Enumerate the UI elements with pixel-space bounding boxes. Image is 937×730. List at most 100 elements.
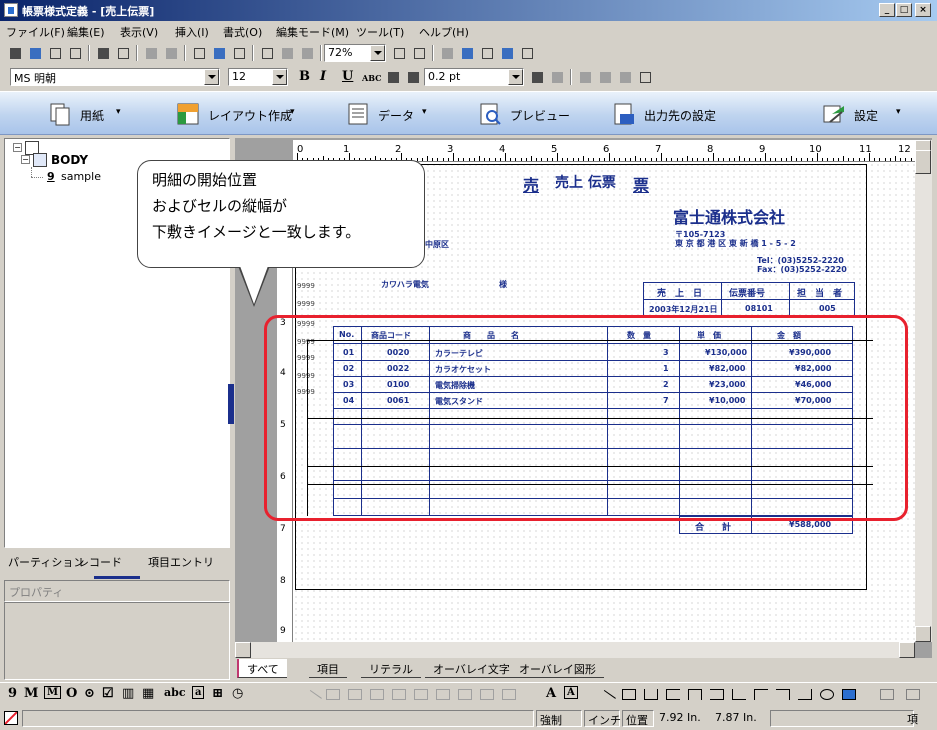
collapse-icon[interactable]: − [21,155,30,164]
italic-button[interactable]: I [320,69,326,84]
draw-bracket-icon[interactable] [666,689,680,700]
hatch-icon[interactable] [576,68,594,86]
rect-icon[interactable] [326,689,340,700]
draw-line-icon[interactable] [598,689,616,708]
tab-item-entry[interactable]: 項目エントリ [148,554,214,570]
boxed-text-icon[interactable]: A [564,686,578,699]
scroll-thumb[interactable] [915,150,931,174]
grid-lines-icon[interactable] [438,44,456,62]
tile-icon[interactable] [278,44,296,62]
pane-splitter[interactable] [228,384,234,424]
strike-icon[interactable] [596,68,614,86]
draw-corner-icon[interactable] [732,689,746,700]
print-preview-icon[interactable] [114,44,132,62]
mixed-field-icon[interactable]: M [44,686,62,699]
frame-bottom-icon[interactable] [348,689,362,700]
percent-icon[interactable] [616,68,634,86]
splitter-handle[interactable] [94,576,140,579]
table-field-icon[interactable]: ⊞ [212,686,223,701]
draw-corner-icon[interactable] [798,689,812,700]
tree-sample-node[interactable]: sample [61,170,101,183]
close-button[interactable]: × [915,3,931,17]
menu-edit-mode[interactable]: 編集モード(M) [276,24,349,40]
frame-left-icon[interactable] [370,689,384,700]
scroll-right-icon[interactable] [899,642,915,658]
chevron-down-icon[interactable] [508,69,523,85]
tab-overlay-text[interactable]: オーバレイ文字 [425,659,518,678]
radio-icon[interactable]: ⊙ [84,686,95,701]
layout-table-icon[interactable] [498,44,516,62]
open-icon[interactable] [46,44,64,62]
print-icon[interactable] [94,44,112,62]
draw-bracket-icon[interactable] [644,689,658,700]
abc-button[interactable]: ABC [362,73,381,83]
redo-icon[interactable] [162,44,180,62]
cascade-icon[interactable] [298,44,316,62]
output-settings-button[interactable]: 出力先の設定 [612,102,732,126]
chevron-down-icon[interactable] [204,69,219,85]
edit-icon[interactable] [26,44,44,62]
text-field-icon[interactable]: abc [164,686,186,699]
menu-edit[interactable]: 編集(E) [67,24,105,40]
zoom-select[interactable]: 72% [324,44,386,62]
page-icon[interactable] [478,44,496,62]
line-icon[interactable] [304,689,322,708]
corner-icon[interactable] [436,689,450,700]
frame-top-icon[interactable] [392,689,406,700]
layer-icon[interactable] [906,689,920,700]
underline-button[interactable]: U [342,69,353,84]
collapse-icon[interactable]: − [13,143,22,152]
multi-field-icon[interactable]: M [24,686,38,701]
layer-icon[interactable] [880,689,894,700]
draw-bracket-icon[interactable] [688,689,702,700]
corner-icon[interactable] [480,689,494,700]
draw-bracket-icon[interactable] [710,689,724,700]
menu-view[interactable]: 表示(V) [120,24,158,40]
undo-icon[interactable] [142,44,160,62]
maximize-button[interactable]: □ [896,3,912,17]
menu-insert[interactable]: 挿入(I) [175,24,209,40]
bold-button[interactable]: B [299,69,310,84]
border-icon[interactable] [528,68,546,86]
menu-format[interactable]: 書式(O) [223,24,262,40]
zoom-fit-icon[interactable] [410,44,428,62]
tab-partition[interactable]: パーティション [8,554,84,570]
barcode-icon[interactable]: ▥ [122,686,134,701]
insert-item-icon[interactable] [210,44,228,62]
corner-icon[interactable] [502,689,516,700]
settings-button[interactable]: 設定 ▾ [822,102,912,126]
draw-image-icon[interactable] [842,689,856,700]
draw-corner-icon[interactable] [754,689,768,700]
paper-button[interactable]: 用紙 ▾ [48,102,138,126]
box-a-icon[interactable]: a [192,686,205,699]
chevron-down-icon[interactable] [370,45,385,61]
menu-tools[interactable]: ツール(T) [356,24,404,40]
layout-button[interactable]: レイアウト作成 ▾ [176,102,306,126]
tab-items[interactable]: 項目 [309,659,347,678]
line-width-select[interactable]: 0.2 pt [424,68,524,86]
chevron-down-icon[interactable] [272,69,287,85]
draw-ellipse-icon[interactable] [820,689,834,700]
corner-icon[interactable] [458,689,472,700]
shadow-icon[interactable] [548,68,566,86]
save-icon[interactable] [6,44,24,62]
minimize-button[interactable]: _ [879,3,895,17]
data-button[interactable]: データ ▾ [346,102,436,126]
clock-icon[interactable]: ◷ [232,686,243,701]
frame-right-icon[interactable] [414,689,428,700]
line-color-icon[interactable] [404,68,422,86]
image-field-icon[interactable]: ▦ [142,686,154,701]
zoom-in-icon[interactable] [390,44,408,62]
insert-field-icon[interactable] [190,44,208,62]
tree-body-node[interactable]: BODY [51,153,88,167]
tab-overlay-shape[interactable]: オーバレイ図形 [511,659,604,678]
tab-literal[interactable]: リテラル [361,659,421,678]
font-name-select[interactable]: MS 明朝 [10,68,220,86]
tab-all[interactable]: すべて [237,659,287,678]
menu-file[interactable]: ファイル(F) [6,24,65,40]
draw-corner-icon[interactable] [776,689,790,700]
vertical-scrollbar[interactable] [915,140,932,642]
window-icon[interactable] [258,44,276,62]
tab-record[interactable]: レコード [78,554,122,570]
circle-field-icon[interactable]: O [66,686,77,701]
